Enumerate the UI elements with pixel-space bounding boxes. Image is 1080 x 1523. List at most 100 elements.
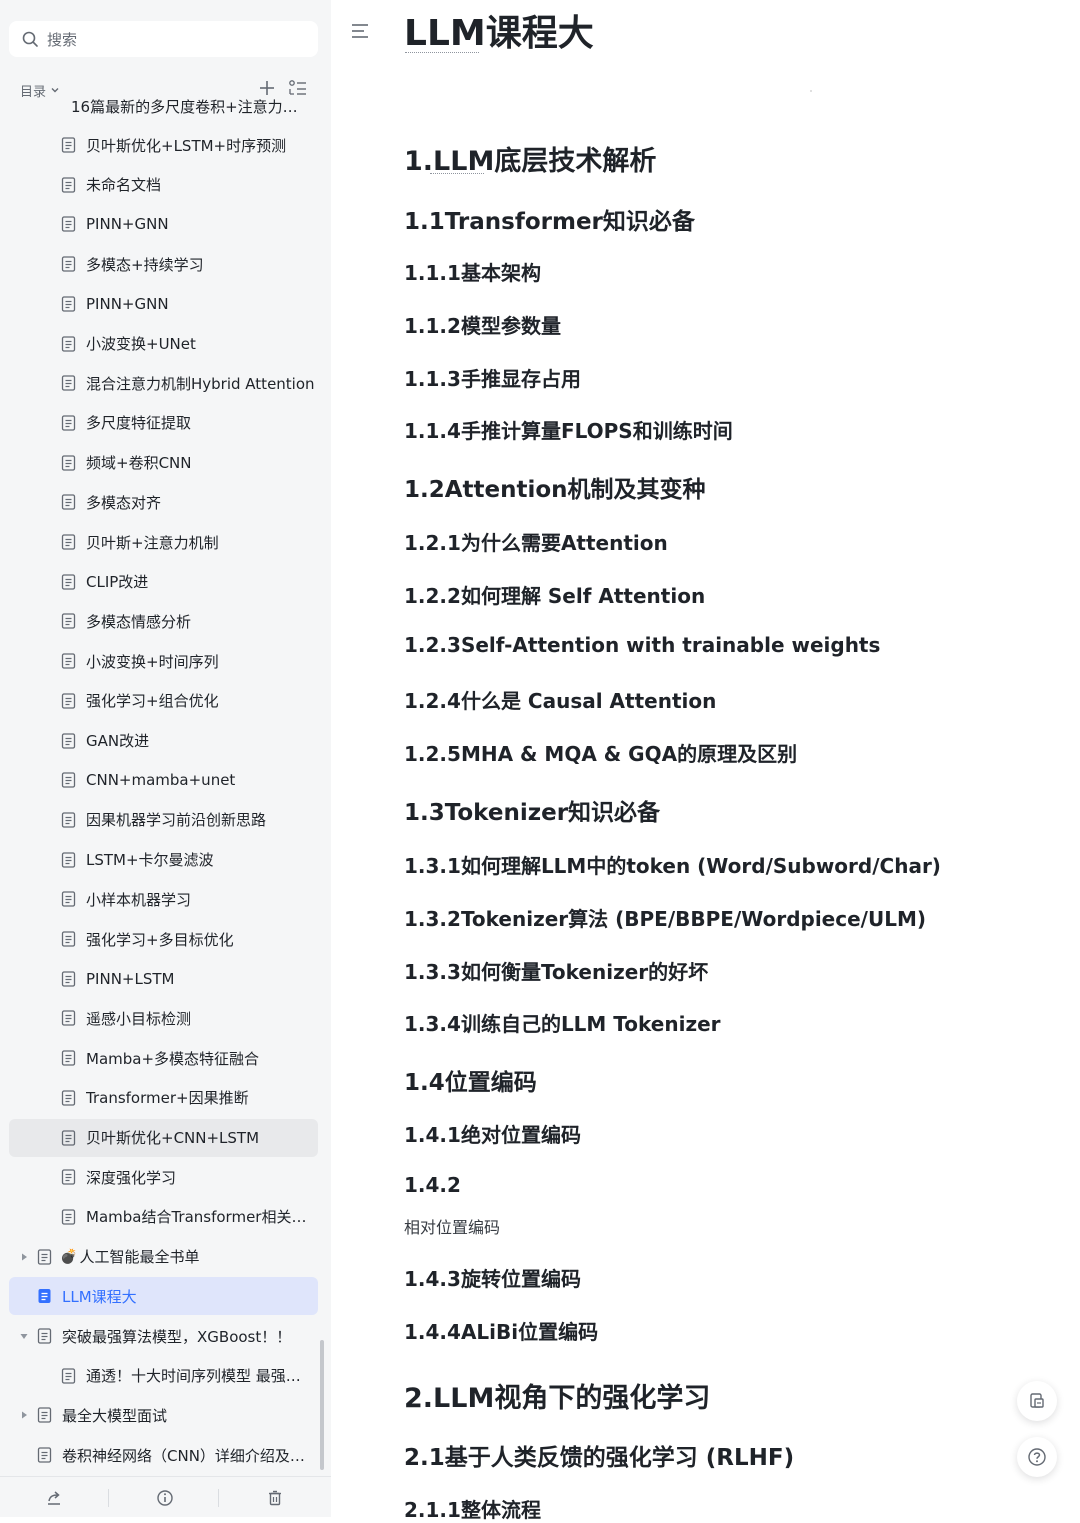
tree-item[interactable]: 贝叶斯+注意力机制 xyxy=(9,523,318,561)
tree-item[interactable]: 16篇最新的多尺度卷积+注意力机制 xyxy=(9,96,318,125)
tree-item[interactable]: 💣 人工智能最全书单 xyxy=(9,1238,318,1276)
title-underline xyxy=(405,52,479,53)
heading-2: 1.4位置编码 xyxy=(404,1070,537,1096)
tree-item[interactable]: Mamba结合Transformer相关论文 xyxy=(9,1198,318,1236)
tree-item[interactable]: 小波变换+UNet xyxy=(9,325,318,363)
tree-item[interactable]: 强化学习+多目标优化 xyxy=(9,920,318,958)
page-title: LLM课程大 xyxy=(404,13,594,54)
doc-tree: 16篇最新的多尺度卷积+注意力机制 贝叶斯优化+LSTM+时序预测 未命名文档 PI… xyxy=(0,96,331,1476)
info-icon[interactable] xyxy=(156,1489,174,1507)
tree-item[interactable]: 多模态对齐 xyxy=(9,483,318,521)
document-icon xyxy=(61,534,76,550)
outline-list-icon[interactable] xyxy=(288,79,308,97)
document-icon xyxy=(61,177,76,193)
menu-icon[interactable] xyxy=(350,22,370,40)
search-box[interactable]: 搜索 xyxy=(9,21,318,57)
tree-item[interactable]: PINN+GNN xyxy=(9,205,318,243)
tree-item-label: 小波变换+时间序列 xyxy=(86,652,219,671)
help-icon xyxy=(1028,1448,1046,1466)
tree-item-label: 多尺度特征提取 xyxy=(86,414,192,433)
document-icon xyxy=(61,1050,76,1066)
tree-item[interactable]: 贝叶斯优化+CNN+LSTM xyxy=(9,1118,318,1157)
document-icon xyxy=(61,574,76,590)
heading-3: 1.2.5MHA & MQA & GQA的原理及区别 xyxy=(404,742,798,766)
sidebar-scrollbar[interactable] xyxy=(320,1340,324,1470)
tree-item-label: 突破最强算法模型，XGBoost！！ xyxy=(62,1327,292,1346)
chevron-down-icon[interactable] xyxy=(50,85,60,95)
trash-icon[interactable] xyxy=(266,1489,284,1507)
document-icon xyxy=(61,891,76,907)
heading-2: 1.2Attention机制及其变种 xyxy=(404,477,706,503)
caret-right-icon[interactable] xyxy=(18,1409,30,1421)
tree-item-label: GAN改进 xyxy=(86,732,150,750)
tree-item[interactable]: 强化学习+组合优化 xyxy=(9,682,318,720)
document-icon xyxy=(61,772,76,788)
tree-item-label: PINN+GNN xyxy=(86,215,169,234)
tree-item-label: 频域+卷积CNN xyxy=(86,454,192,473)
document-icon xyxy=(37,1328,52,1344)
caret-right-icon[interactable] xyxy=(18,1251,30,1263)
help-button[interactable] xyxy=(1017,1437,1057,1477)
tree-item[interactable]: CNN+mamba+unet xyxy=(9,761,318,799)
plus-icon[interactable] xyxy=(258,79,276,97)
tree-item-label: 通透！十大时间序列模型 最强总结 xyxy=(86,1367,315,1386)
tree-item[interactable]: 小波变换+时间序列 xyxy=(9,642,318,680)
document-icon xyxy=(61,1010,76,1027)
tree-item[interactable]: 通透！十大时间序列模型 最强总结 xyxy=(9,1357,318,1395)
footer-divider xyxy=(218,1489,219,1507)
tree-item[interactable]: 多尺度特征提取 xyxy=(9,404,318,442)
decor-dot xyxy=(810,90,812,92)
document-icon xyxy=(61,851,76,868)
tree-item-label: Mamba结合Transformer相关论文 xyxy=(86,1208,315,1227)
document-icon xyxy=(61,732,76,749)
heading-3: 1.4.4ALiBi位置编码 xyxy=(404,1320,599,1344)
tree-item[interactable]: 多模态情感分析 xyxy=(9,602,318,640)
tree-item[interactable]: GAN改进 xyxy=(9,722,318,760)
tree-item[interactable]: 未命名文档 xyxy=(9,166,318,204)
heading-3: 2.1.1整体流程 xyxy=(404,1498,541,1522)
document-icon xyxy=(61,653,76,669)
tree-item[interactable]: Mamba+多模态特征融合 xyxy=(9,1039,318,1077)
heading-2: 1.3Tokenizer知识必备 xyxy=(404,800,661,826)
tree-item-label: 卷积神经网络（CNN）详细介绍及其原理详解 xyxy=(62,1446,312,1465)
tree-item[interactable]: 因果机器学习前沿创新思路 xyxy=(9,801,318,839)
document-icon xyxy=(61,1090,76,1106)
document-icon xyxy=(61,693,76,709)
tree-item[interactable]: 卷积神经网络（CNN）详细介绍及其原理详解 xyxy=(9,1436,318,1474)
paragraph: 相对位置编码 xyxy=(404,1218,501,1237)
share-icon[interactable] xyxy=(45,1489,63,1507)
tree-item-label: 小波变换+UNet xyxy=(86,335,196,353)
document-icon xyxy=(61,296,76,312)
tree-item[interactable]: Transformer+因果推断 xyxy=(9,1079,318,1117)
tree-item[interactable]: PINN+GNN xyxy=(9,285,318,323)
tree-item-label: Transformer+因果推断 xyxy=(86,1089,249,1108)
tree-item[interactable]: 频域+卷积CNN xyxy=(9,444,318,482)
tree-item-label: 强化学习+多目标优化 xyxy=(86,930,234,949)
copy-button[interactable] xyxy=(1017,1381,1057,1421)
tree-item[interactable]: LSTM+卡尔曼滤波 xyxy=(9,841,318,879)
tree-item[interactable]: CLIP改进 xyxy=(9,563,318,601)
tree-item[interactable]: 深度强化学习 xyxy=(9,1158,318,1196)
search-icon xyxy=(22,31,38,47)
tree-item-label: LSTM+卡尔曼滤波 xyxy=(86,851,214,870)
document-icon xyxy=(61,1368,76,1384)
heading-3: 1.1.3手推显存占用 xyxy=(404,367,581,391)
tree-item-label: 16篇最新的多尺度卷积+注意力机制 xyxy=(71,97,300,116)
tree-item[interactable]: 贝叶斯优化+LSTM+时序预测 xyxy=(9,126,318,164)
tree-item[interactable]: 混合注意力机制Hybrid Attention xyxy=(9,364,318,402)
tree-item[interactable]: 突破最强算法模型，XGBoost！！ xyxy=(9,1317,318,1355)
tree-item[interactable]: 小样本机器学习 xyxy=(9,880,318,918)
tree-item-active[interactable]: LLM课程大 xyxy=(9,1277,318,1316)
document-icon xyxy=(61,812,76,828)
tree-item-label: 贝叶斯优化+CNN+LSTM xyxy=(86,1129,260,1147)
heading-3: 1.2.2如何理解 Self Attention xyxy=(404,584,706,608)
tree-item[interactable]: 最全大模型面试 xyxy=(9,1396,318,1434)
tree-item[interactable]: 多模态+持续学习 xyxy=(9,245,318,283)
footer-divider xyxy=(108,1489,109,1507)
heading-3: 1.2.3Self-Attention with trainable weigh… xyxy=(404,633,881,657)
caret-down-icon[interactable] xyxy=(18,1330,30,1342)
tree-item-label: Mamba+多模态特征融合 xyxy=(86,1049,260,1068)
tree-item[interactable]: PINN+LSTM xyxy=(9,960,318,998)
document-icon xyxy=(61,454,76,471)
tree-item[interactable]: 遥感小目标检测 xyxy=(9,999,318,1037)
